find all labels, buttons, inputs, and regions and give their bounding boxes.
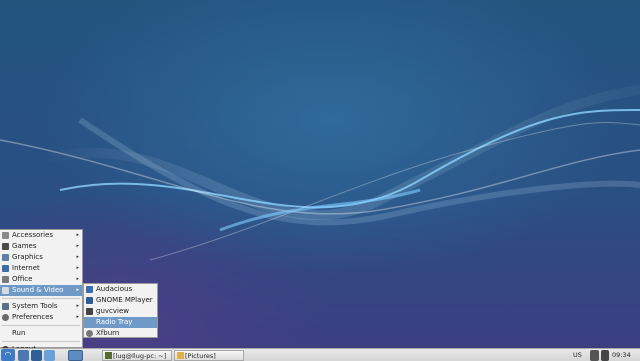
show-desktop-icon[interactable] [44, 350, 55, 361]
browser-icon[interactable] [31, 350, 42, 361]
task-label: [lug@llug-pc: ~] [113, 352, 167, 360]
submenu-item-audacious[interactable]: Audacious [84, 284, 157, 295]
menu-item-label: Preferences [12, 313, 54, 321]
menu-item-games[interactable]: Games ▸ [0, 241, 82, 252]
clock[interactable]: 09:34 [612, 350, 631, 361]
keyboard-layout-indicator[interactable]: US [573, 350, 582, 361]
menu-item-internet[interactable]: Internet ▸ [0, 263, 82, 274]
xfburn-icon [86, 330, 93, 337]
menu-item-label: Graphics [12, 253, 43, 261]
workspace-switcher-icon[interactable] [68, 350, 83, 361]
menu-separator [2, 341, 80, 342]
submenu-item-gnome-mplayer[interactable]: GNOME MPlayer [84, 295, 157, 306]
menu-item-label: GNOME MPlayer [96, 296, 153, 304]
menu-item-label: Sound & Video [12, 286, 64, 294]
task-label: [Pictures] [185, 352, 216, 360]
menu-item-label: Run [12, 329, 26, 337]
graphics-icon [2, 254, 9, 261]
terminal-icon [105, 352, 112, 359]
menu-item-label: guvcview [96, 307, 129, 315]
volume-icon[interactable] [601, 350, 609, 361]
audacious-icon [86, 286, 93, 293]
start-menu-button[interactable]: ◠ [1, 349, 15, 361]
menu-item-accessories[interactable]: Accessories ▸ [0, 230, 82, 241]
menu-item-label: Office [12, 275, 33, 283]
chevron-right-icon: ▸ [76, 287, 79, 293]
sound-video-icon [2, 287, 9, 294]
mplayer-icon [86, 297, 93, 304]
chevron-right-icon: ▸ [76, 243, 79, 249]
submenu-item-radio-tray[interactable]: Radio Tray [84, 317, 157, 328]
menu-item-office[interactable]: Office ▸ [0, 274, 82, 285]
menu-item-label: Audacious [96, 285, 133, 293]
network-icon[interactable] [590, 350, 599, 361]
guvcview-icon [86, 308, 93, 315]
menu-item-preferences[interactable]: Preferences ▸ [0, 312, 82, 323]
taskbar-task-terminal[interactable]: [lug@llug-pc: ~] [102, 350, 172, 361]
preferences-icon [2, 314, 9, 321]
office-icon [2, 276, 9, 283]
menu-item-label: Radio Tray [96, 318, 133, 326]
menu-separator [2, 298, 80, 299]
applications-menu: Accessories ▸ Games ▸ Graphics ▸ Interne… [0, 229, 83, 353]
chevron-right-icon: ▸ [76, 232, 79, 238]
accessories-icon [2, 232, 9, 239]
chevron-right-icon: ▸ [76, 254, 79, 260]
taskbar-task-pictures[interactable]: [Pictures] [174, 350, 244, 361]
lubuntu-logo-icon: ◠ [4, 350, 12, 359]
system-tools-icon [2, 303, 9, 310]
chevron-right-icon: ▸ [76, 303, 79, 309]
menu-item-label: Accessories [12, 231, 54, 239]
menu-item-label: Internet [12, 264, 40, 272]
submenu-item-xfburn[interactable]: Xfburn [84, 328, 157, 339]
menu-separator [2, 325, 80, 326]
chevron-right-icon: ▸ [76, 276, 79, 282]
chevron-right-icon: ▸ [76, 314, 79, 320]
taskbar: ◠ [lug@llug-pc: ~] [Pictures] US 09:34 [0, 348, 640, 361]
sound-video-submenu: Audacious GNOME MPlayer guvcview Radio T… [83, 283, 158, 338]
games-icon [2, 243, 9, 250]
folder-icon [177, 352, 184, 359]
file-manager-icon[interactable] [18, 350, 29, 361]
menu-item-label: Games [12, 242, 37, 250]
menu-item-label: System Tools [12, 302, 58, 310]
menu-item-graphics[interactable]: Graphics ▸ [0, 252, 82, 263]
chevron-right-icon: ▸ [76, 265, 79, 271]
menu-item-system-tools[interactable]: System Tools ▸ [0, 301, 82, 312]
menu-item-sound-video[interactable]: Sound & Video ▸ [0, 285, 82, 296]
internet-icon [2, 265, 9, 272]
menu-item-label: Xfburn [96, 329, 120, 337]
menu-item-run[interactable]: Run [0, 328, 82, 339]
submenu-item-guvcview[interactable]: guvcview [84, 306, 157, 317]
